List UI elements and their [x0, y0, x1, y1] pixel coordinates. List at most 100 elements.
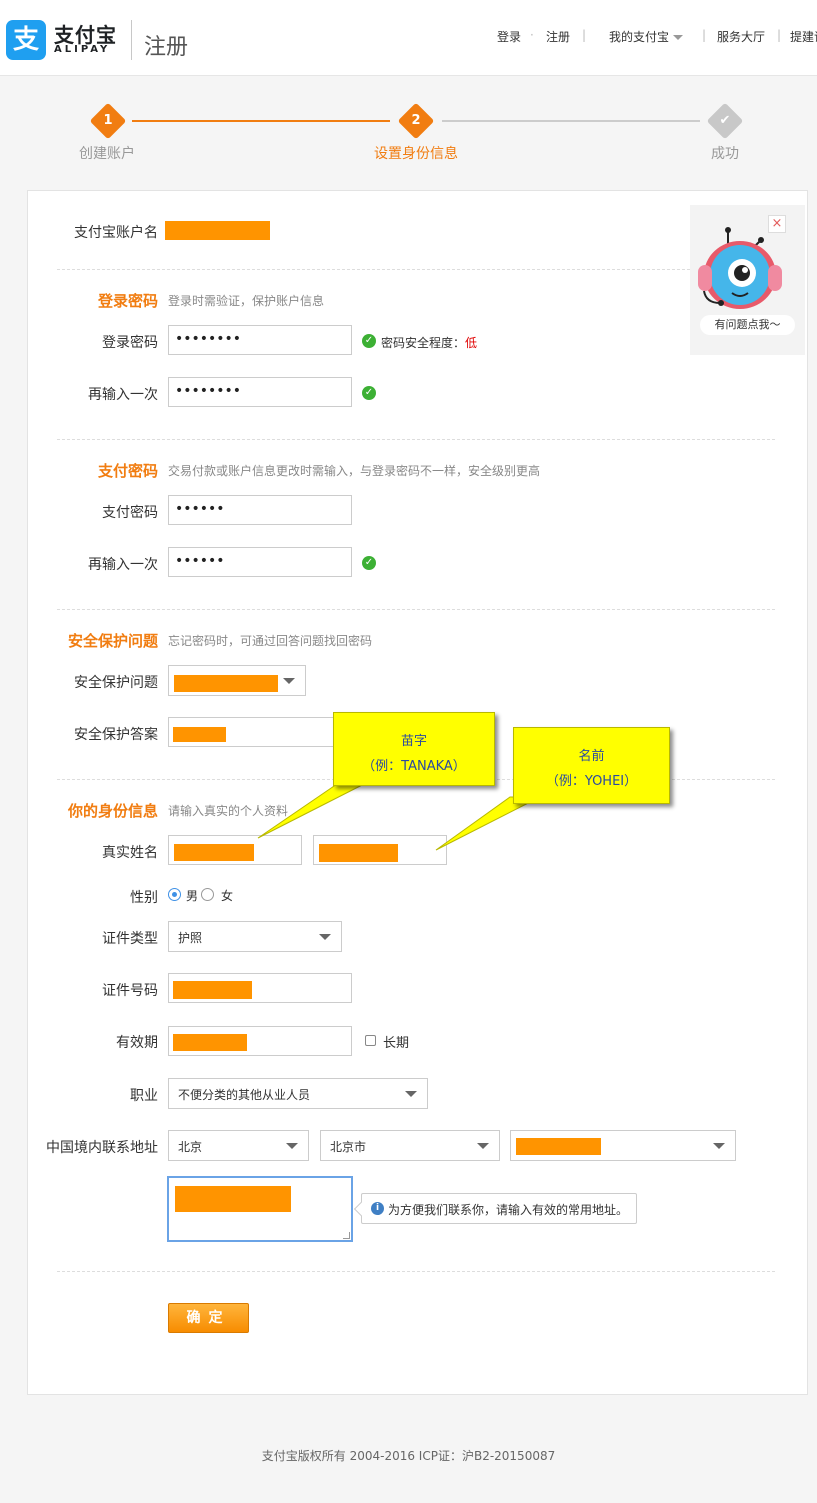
robot-caption: 有问题点我～: [700, 315, 795, 335]
pay-password-confirm-input[interactable]: ••••••: [168, 547, 352, 577]
given-name-redacted: [319, 844, 398, 862]
nav-suggest-clip: 提建议: [790, 28, 817, 45]
account-name-redacted: [165, 221, 270, 240]
security-hint: 忘记密码时，可通过回答问题找回密码: [168, 634, 373, 648]
progress-line-done: [132, 120, 390, 122]
gender-male-radio[interactable]: [168, 888, 181, 901]
gender-male-label: 男: [186, 889, 199, 903]
login-password-confirm-label: 再输入一次: [88, 387, 158, 403]
id-type-select[interactable]: 护照: [168, 921, 342, 952]
pay-password-confirm-value: ••••••: [175, 553, 225, 569]
validity-label: 有效期: [116, 1035, 158, 1051]
security-question-label: 安全保护问题: [74, 675, 158, 691]
surname-input[interactable]: [168, 835, 302, 865]
login-password-section-title: 登录密码: [97, 292, 158, 310]
id-type-label: 证件类型: [102, 931, 158, 947]
callout-surname-line2: （例：TANAKA）: [362, 759, 466, 774]
chevron-down-icon: [713, 1143, 725, 1149]
province-select[interactable]: 北京: [168, 1130, 309, 1161]
step-1-label: 创建账户: [79, 146, 135, 162]
address-detail-textarea[interactable]: [167, 1176, 353, 1242]
chevron-down-icon: [319, 934, 331, 940]
section-divider: [57, 269, 775, 270]
nav-separator: |: [582, 28, 587, 42]
callout-surname: 苗字 （例：TANAKA）: [333, 712, 495, 786]
account-name-label: 支付宝账户名: [74, 225, 158, 241]
chevron-down-icon: [477, 1143, 489, 1149]
nav-my-alipay-menu[interactable]: 我的支付宝: [609, 28, 684, 45]
address-tooltip: i 为方便我们联系你，请输入有效的常用地址。: [353, 1193, 637, 1224]
district-select[interactable]: [510, 1130, 736, 1161]
gender-female-radio[interactable]: [201, 888, 214, 901]
resize-handle-icon[interactable]: [343, 1232, 350, 1239]
top-header: 支 支付宝 ALIPAY 注册 登录 · 注册 | 我的支付宝 | 服务大厅 |…: [0, 0, 817, 76]
nav-register-link[interactable]: 注册: [546, 28, 570, 45]
logo-divider: [131, 20, 132, 60]
city-value: 北京市: [330, 1140, 367, 1154]
nav-suggest-link[interactable]: 提建议: [790, 30, 817, 44]
callout-given: 名前 （例：YOHEI）: [513, 727, 670, 804]
id-type-value: 护照: [178, 931, 203, 945]
identity-hint: 请输入真实的个人资料: [168, 804, 289, 818]
password-strength-value: 低: [465, 336, 478, 350]
long-term-label: 长期: [383, 1036, 410, 1051]
province-value: 北京: [178, 1140, 203, 1154]
login-password-input[interactable]: ••••••••: [168, 325, 352, 355]
occupation-select[interactable]: 不便分类的其他从业人员: [168, 1078, 428, 1109]
pay-password-input[interactable]: ••••••: [168, 495, 352, 525]
identity-section-title: 你的身份信息: [67, 802, 158, 820]
help-robot-widget[interactable]: × 有问题点我～: [690, 205, 805, 355]
step-3-label: 成功: [711, 146, 739, 162]
security-section-title: 安全保护问题: [67, 632, 158, 650]
logo-glyph: 支: [12, 25, 39, 55]
validity-input[interactable]: [168, 1026, 352, 1056]
section-divider: [57, 439, 775, 440]
login-password-confirm-input[interactable]: ••••••••: [168, 377, 352, 407]
pay-password-label: 支付密码: [102, 505, 158, 521]
pay-password-hint: 交易付款或账户信息更改时需输入，与登录密码不一样，安全级别更高: [168, 464, 541, 478]
security-question-redacted: [174, 675, 278, 692]
occupation-label: 职业: [130, 1088, 158, 1104]
login-password-hint: 登录时需验证，保护账户信息: [168, 294, 325, 308]
security-answer-input[interactable]: [168, 717, 352, 747]
nav-service-hall-link[interactable]: 服务大厅: [717, 28, 765, 45]
callout-surname-line1: 苗字: [400, 734, 427, 749]
id-number-redacted: [173, 981, 252, 999]
check-circle-icon: ✓: [362, 556, 376, 570]
progress-line-pending: [442, 120, 700, 122]
alipay-logo-icon[interactable]: 支: [6, 20, 46, 60]
callout-given-line1: 名前: [578, 749, 605, 764]
given-name-input[interactable]: [313, 835, 447, 865]
password-strength-label: 密码安全程度：: [381, 336, 466, 350]
gender-female-label: 女: [221, 889, 234, 903]
chevron-down-icon: [286, 1143, 298, 1149]
info-icon: i: [371, 1202, 384, 1215]
step-1-number: 1: [103, 113, 113, 128]
nav-separator: |: [702, 28, 707, 42]
step-2-label: 设置身份信息: [374, 146, 458, 162]
logo-text-en: ALIPAY: [54, 44, 111, 55]
password-strength: 密码安全程度：低: [381, 334, 477, 351]
real-name-label: 真实姓名: [102, 845, 158, 861]
id-number-input[interactable]: [168, 973, 352, 1003]
district-redacted: [516, 1138, 601, 1155]
nav-login-link[interactable]: 登录: [497, 28, 521, 45]
address-tip-text: 为方便我们联系你，请输入有效的常用地址。: [388, 1203, 629, 1217]
section-divider: [57, 1271, 775, 1272]
validity-redacted: [173, 1034, 247, 1051]
security-question-select[interactable]: [168, 665, 306, 696]
city-select[interactable]: 北京市: [320, 1130, 500, 1161]
page-title: 注册: [144, 35, 189, 60]
check-circle-icon: ✓: [362, 334, 376, 348]
callout-given-line2: （例：YOHEI）: [545, 774, 638, 789]
security-answer-label: 安全保护答案: [74, 727, 158, 743]
pay-password-value: ••••••: [175, 501, 225, 517]
chevron-down-icon: [405, 1091, 417, 1097]
login-password-label: 登录密码: [102, 335, 158, 351]
login-password-confirm-value: ••••••••: [175, 383, 242, 399]
confirm-button[interactable]: 确定: [168, 1303, 249, 1333]
pay-password-confirm-label: 再输入一次: [88, 557, 158, 573]
check-icon: ✔: [719, 113, 731, 128]
id-number-label: 证件号码: [102, 983, 158, 999]
long-term-checkbox[interactable]: [365, 1035, 376, 1046]
